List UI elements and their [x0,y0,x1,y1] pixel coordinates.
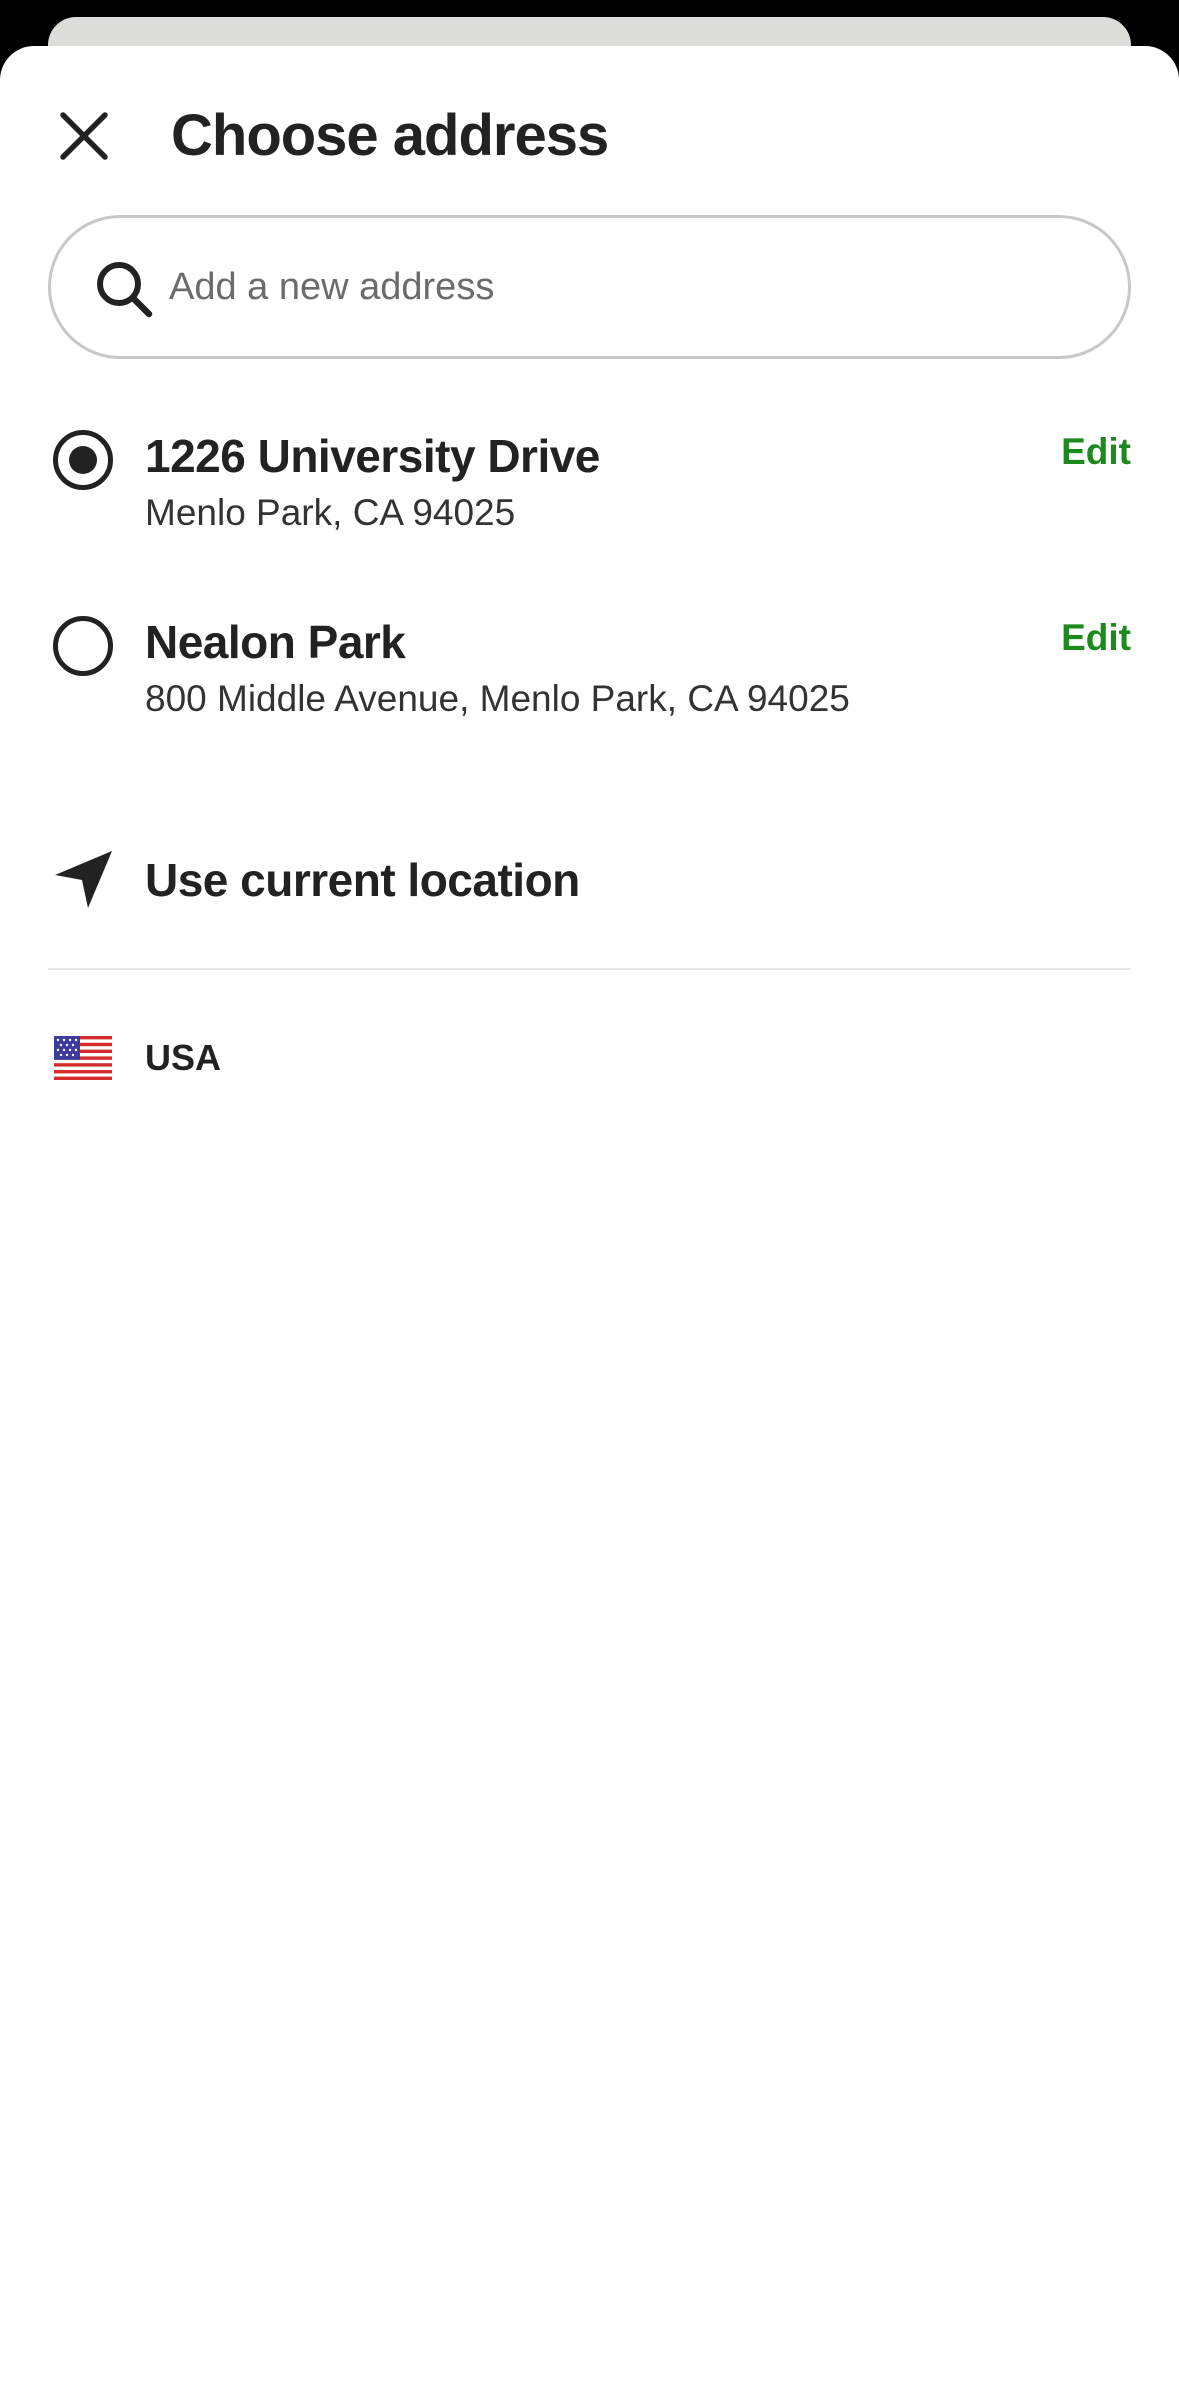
search-icon [97,262,153,318]
edit-address-button[interactable]: Edit [1061,612,1131,664]
address-item-nealon-park[interactable]: Nealon Park 800 Middle Avenue, Menlo Par… [48,602,1131,742]
navigation-arrow-icon [55,851,112,908]
choose-address-sheet: Choose address 1226 University Drive Men… [0,46,1179,2396]
radio-unselected[interactable] [53,616,113,676]
address-detail: Menlo Park, CA 94025 [145,492,516,533]
country-selector[interactable]: USA [48,1026,448,1090]
close-icon [60,112,108,160]
close-button[interactable] [48,100,120,172]
edit-address-button[interactable]: Edit [1061,426,1131,478]
us-flag-icon [54,1036,112,1080]
current-location-label: Use current location [145,854,580,906]
address-name: Nealon Park [145,616,406,668]
search-bar[interactable] [48,215,1131,359]
use-current-location-button[interactable]: Use current location [48,838,1131,928]
divider [48,968,1131,970]
address-detail: 800 Middle Avenue, Menlo Park, CA 94025 [145,678,850,719]
address-name: 1226 University Drive [145,430,600,482]
country-label: USA [145,1037,222,1078]
address-search-input[interactable] [169,218,1069,356]
address-item-1226-university[interactable]: 1226 University Drive Menlo Park, CA 940… [48,416,1131,556]
radio-selected[interactable] [53,430,113,490]
page-title: Choose address [171,103,609,168]
